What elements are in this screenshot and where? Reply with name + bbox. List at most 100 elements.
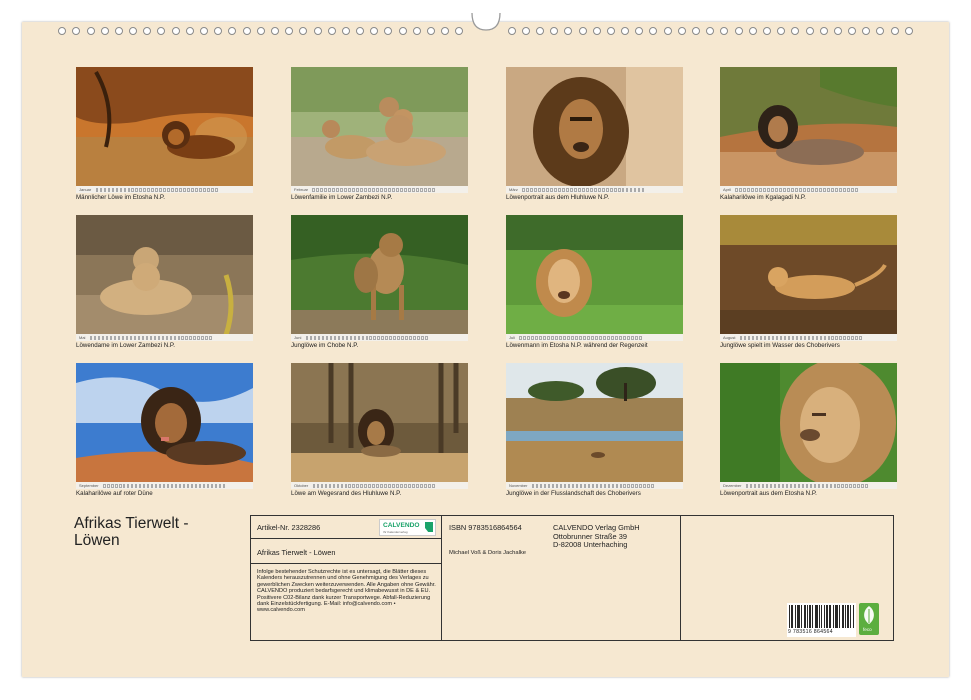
binding-ring	[441, 27, 450, 35]
day-cell	[109, 335, 113, 340]
day-cell	[427, 187, 431, 192]
day-cell	[364, 187, 367, 192]
barcode-bar	[797, 605, 798, 628]
lion-photo	[506, 363, 683, 489]
day-cell	[853, 483, 857, 488]
day-cell	[420, 483, 423, 488]
day-cell	[831, 335, 835, 340]
calendar-title: Afrikas Tierwelt - Löwen	[74, 515, 244, 549]
day-cell	[597, 187, 601, 192]
lion-photo	[291, 67, 468, 193]
day-cell	[396, 483, 399, 488]
calvendo-logo: CALVENDO Ihr Kalenderverlag	[379, 519, 436, 536]
day-cell	[392, 483, 395, 488]
binding-ring	[143, 27, 152, 35]
day-cell	[118, 483, 122, 488]
day-cell	[825, 483, 829, 488]
day-cell	[554, 187, 557, 192]
day-cell	[793, 483, 797, 488]
photo-month-3: März	[506, 67, 683, 193]
day-cell	[809, 483, 813, 488]
day-cell	[309, 335, 313, 340]
mini-calendar-strip: August	[720, 334, 897, 341]
day-cell	[412, 483, 415, 488]
day-cell	[348, 483, 352, 488]
day-cell	[771, 335, 775, 340]
mini-calendar-strip: Juli	[506, 334, 683, 341]
day-cell	[783, 187, 786, 192]
day-cell	[571, 335, 574, 340]
barcode-bar	[842, 605, 843, 628]
day-cell	[811, 335, 815, 340]
month-name: September	[79, 483, 99, 488]
day-cell	[575, 335, 578, 340]
binding-ring	[200, 27, 209, 35]
day-cell	[404, 483, 407, 488]
day-cell	[147, 187, 151, 192]
day-cell	[643, 483, 646, 488]
barcode-bars	[789, 605, 854, 628]
day-cell	[138, 483, 142, 488]
day-cell	[571, 483, 575, 488]
day-cell	[587, 335, 590, 340]
day-cell	[324, 483, 328, 488]
day-cell	[170, 483, 174, 488]
day-cell	[141, 335, 145, 340]
day-cell	[797, 483, 801, 488]
binding-ring	[72, 27, 81, 35]
binding-ring	[242, 27, 251, 35]
binding-ring	[833, 27, 842, 35]
barcode-bar	[805, 605, 806, 628]
day-cell	[637, 187, 641, 192]
day-cell	[799, 335, 803, 340]
lion-photo	[720, 215, 897, 341]
calvendo-mark-icon	[425, 522, 433, 532]
day-cell	[222, 483, 226, 488]
day-cell	[623, 335, 626, 340]
day-cell	[599, 483, 603, 488]
binding-ring	[848, 27, 857, 35]
barcode-bar	[816, 605, 817, 628]
lion-photo	[76, 67, 253, 193]
day-cell	[173, 335, 177, 340]
day-cell	[839, 187, 842, 192]
day-cell	[336, 187, 339, 192]
month-name: März	[509, 187, 518, 192]
binding-ring	[649, 27, 658, 35]
day-cell	[570, 187, 573, 192]
day-cell	[177, 335, 181, 340]
day-cell	[785, 483, 789, 488]
day-cell	[175, 187, 178, 192]
day-cell	[352, 483, 356, 488]
binding-ring	[748, 27, 757, 35]
day-cell	[566, 187, 569, 192]
day-cell	[763, 335, 767, 340]
photo-month-10: Oktober	[291, 363, 468, 489]
day-cell	[113, 335, 117, 340]
day-cell	[803, 187, 806, 192]
day-cell	[751, 187, 754, 192]
day-cell	[377, 335, 381, 340]
day-cell	[95, 187, 99, 192]
day-cell	[769, 483, 773, 488]
day-cell	[320, 483, 324, 488]
photo-month-6: Juni	[291, 215, 468, 341]
day-cell	[759, 187, 762, 192]
day-cell	[181, 335, 185, 340]
day-cell	[857, 483, 860, 488]
day-cell	[151, 187, 154, 192]
day-cell	[332, 187, 335, 192]
day-cell	[111, 187, 115, 192]
lion-photo	[76, 215, 253, 341]
day-cell	[423, 187, 427, 192]
day-cell	[404, 187, 407, 192]
day-cell	[761, 483, 765, 488]
day-cell	[753, 483, 757, 488]
day-cell	[773, 483, 777, 488]
day-cell	[102, 483, 106, 488]
binding-ring	[720, 27, 729, 35]
day-cell	[408, 483, 411, 488]
month-name: April	[723, 187, 732, 192]
day-cell	[190, 483, 194, 488]
barcode-bar	[824, 605, 825, 628]
